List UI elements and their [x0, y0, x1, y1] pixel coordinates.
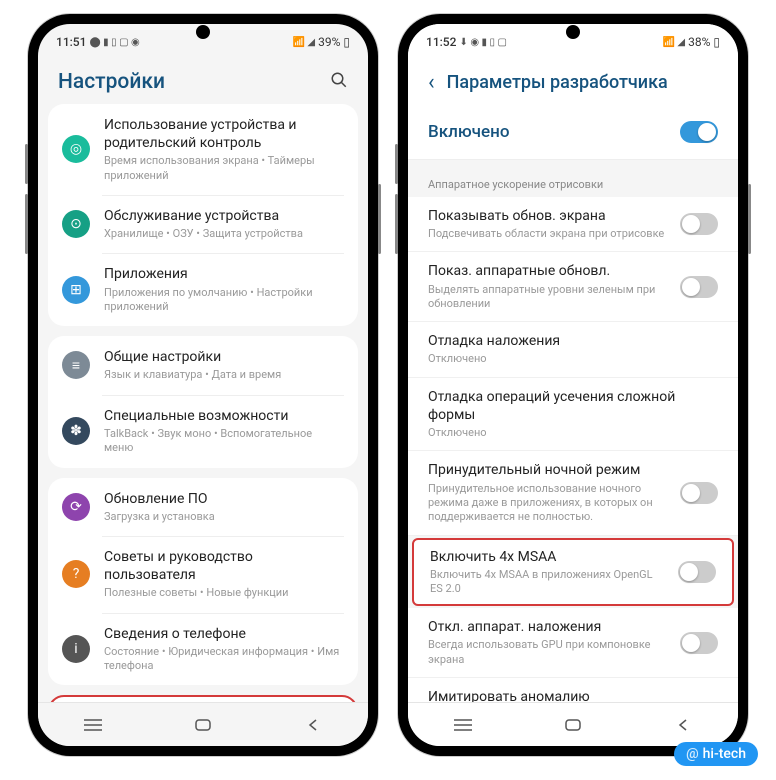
nav-back[interactable] [672, 714, 694, 736]
toggle-4x-msaa[interactable] [678, 561, 716, 583]
status-battery: 39% [318, 35, 340, 49]
row-show-screen-updates[interactable]: Показывать обнов. экранаПодсвечивать обл… [408, 197, 738, 252]
row-show-hw-updates[interactable]: Показ. аппаратные обновл.Выделять аппара… [408, 252, 738, 322]
status-time: 11:51 [56, 35, 86, 49]
toggle-show-hw-updates[interactable] [680, 276, 718, 298]
row-overlay-debug[interactable]: Отладка наложенияОтключено [408, 322, 738, 377]
accessibility-icon: ✽ [62, 417, 90, 445]
search-icon[interactable] [330, 71, 348, 94]
phone-left: 11:51 ⬤ ▮ ▯ ▢ ◉ 📶 ◢ 39% ▯ Настройки ◎Исп… [28, 14, 378, 756]
phone-right: 11:52 ⬇ ◉ ▮ ▯ ▢ 📶 ◢ 38% ▯ ‹ Параметры ра… [398, 14, 748, 756]
status-time: 11:52 [426, 35, 456, 49]
nav-home[interactable] [562, 714, 584, 736]
general-icon: ≡ [62, 351, 90, 379]
status-notification-icons: ⬇ ◉ ▮ ▯ ▢ [459, 37, 507, 48]
page-title: Параметры разработчика [447, 72, 718, 93]
about-icon: i [62, 635, 90, 663]
nav-recents[interactable] [82, 714, 104, 736]
navigation-bar [408, 702, 738, 746]
camera-notch [566, 25, 580, 39]
settings-item-care[interactable]: ⊙Обслуживание устройстваХранилище • ОЗУ … [48, 195, 358, 253]
back-button[interactable]: ‹ [428, 70, 435, 95]
status-signal-icons: 📶 ◢ [292, 37, 315, 48]
status-signal-icons: 📶 ◢ [662, 37, 685, 48]
update-icon: ⟳ [62, 493, 90, 521]
master-toggle-label: Включено [428, 122, 509, 142]
row-clip-debug[interactable]: Отладка операций усечения сложной формыО… [408, 378, 738, 452]
settings-item-about[interactable]: iСведения о телефонеСостояние • Юридичес… [48, 613, 358, 686]
usage-icon: ◎ [62, 135, 90, 163]
settings-item-developer[interactable]: {}Параметры разработчикаПараметры разраб… [50, 697, 356, 702]
watermark: hi-tech [674, 742, 758, 766]
status-battery: 38% [688, 35, 710, 49]
nav-recents[interactable] [452, 714, 474, 736]
settings-item-tips[interactable]: ?Советы и руководство пользователяПолезн… [48, 536, 358, 613]
tips-icon: ? [62, 560, 90, 588]
toggle-disable-hw-overlays[interactable] [680, 632, 718, 654]
developer-list[interactable]: Аппаратное ускорение отрисовки Показыват… [408, 160, 738, 702]
toggle-show-screen-updates[interactable] [680, 213, 718, 235]
settings-header: Настройки [38, 56, 368, 104]
settings-item-update[interactable]: ⟳Обновление ПОЗагрузка и установка [48, 478, 358, 536]
camera-notch [196, 25, 210, 39]
settings-item-usage[interactable]: ◎Использование устройства и родительский… [48, 104, 358, 195]
master-toggle[interactable] [680, 121, 718, 143]
settings-item-apps[interactable]: ⊞ПриложенияПриложения по умолчанию • Нас… [48, 253, 358, 326]
settings-list[interactable]: ◎Использование устройства и родительский… [38, 104, 368, 702]
row-force-dark[interactable]: Принудительный ночной режимПринудительно… [408, 451, 738, 535]
toggle-force-dark[interactable] [680, 482, 718, 504]
row-4x-msaa-highlighted[interactable]: Включить 4x MSAAВключить 4x MSAA в прило… [412, 538, 734, 607]
settings-item-general[interactable]: ≡Общие настройкиЯзык и клавиатура • Дата… [48, 336, 358, 394]
nav-back[interactable] [302, 714, 324, 736]
page-title: Настройки [58, 70, 318, 94]
status-notification-icons: ⬤ ▮ ▯ ▢ ◉ [89, 37, 139, 48]
master-toggle-row[interactable]: Включено [408, 105, 738, 160]
navigation-bar [38, 702, 368, 746]
settings-item-accessibility[interactable]: ✽Специальные возможностиTalkBack • Звук … [48, 395, 358, 468]
care-icon: ⊙ [62, 210, 90, 238]
nav-home[interactable] [192, 714, 214, 736]
battery-icon: ▯ [713, 35, 720, 49]
section-header: Аппаратное ускорение отрисовки [408, 160, 738, 197]
battery-icon: ▯ [343, 35, 350, 49]
apps-icon: ⊞ [62, 276, 90, 304]
developer-header: ‹ Параметры разработчика [408, 56, 738, 105]
row-disable-hw-overlays[interactable]: Откл. аппарат. наложенияВсегда использов… [408, 608, 738, 678]
settings-item-developer-highlighted: {}Параметры разработчикаПараметры разраб… [48, 695, 358, 702]
row-simulate-anomaly[interactable]: Имитировать аномалиюОтключено [408, 678, 738, 702]
